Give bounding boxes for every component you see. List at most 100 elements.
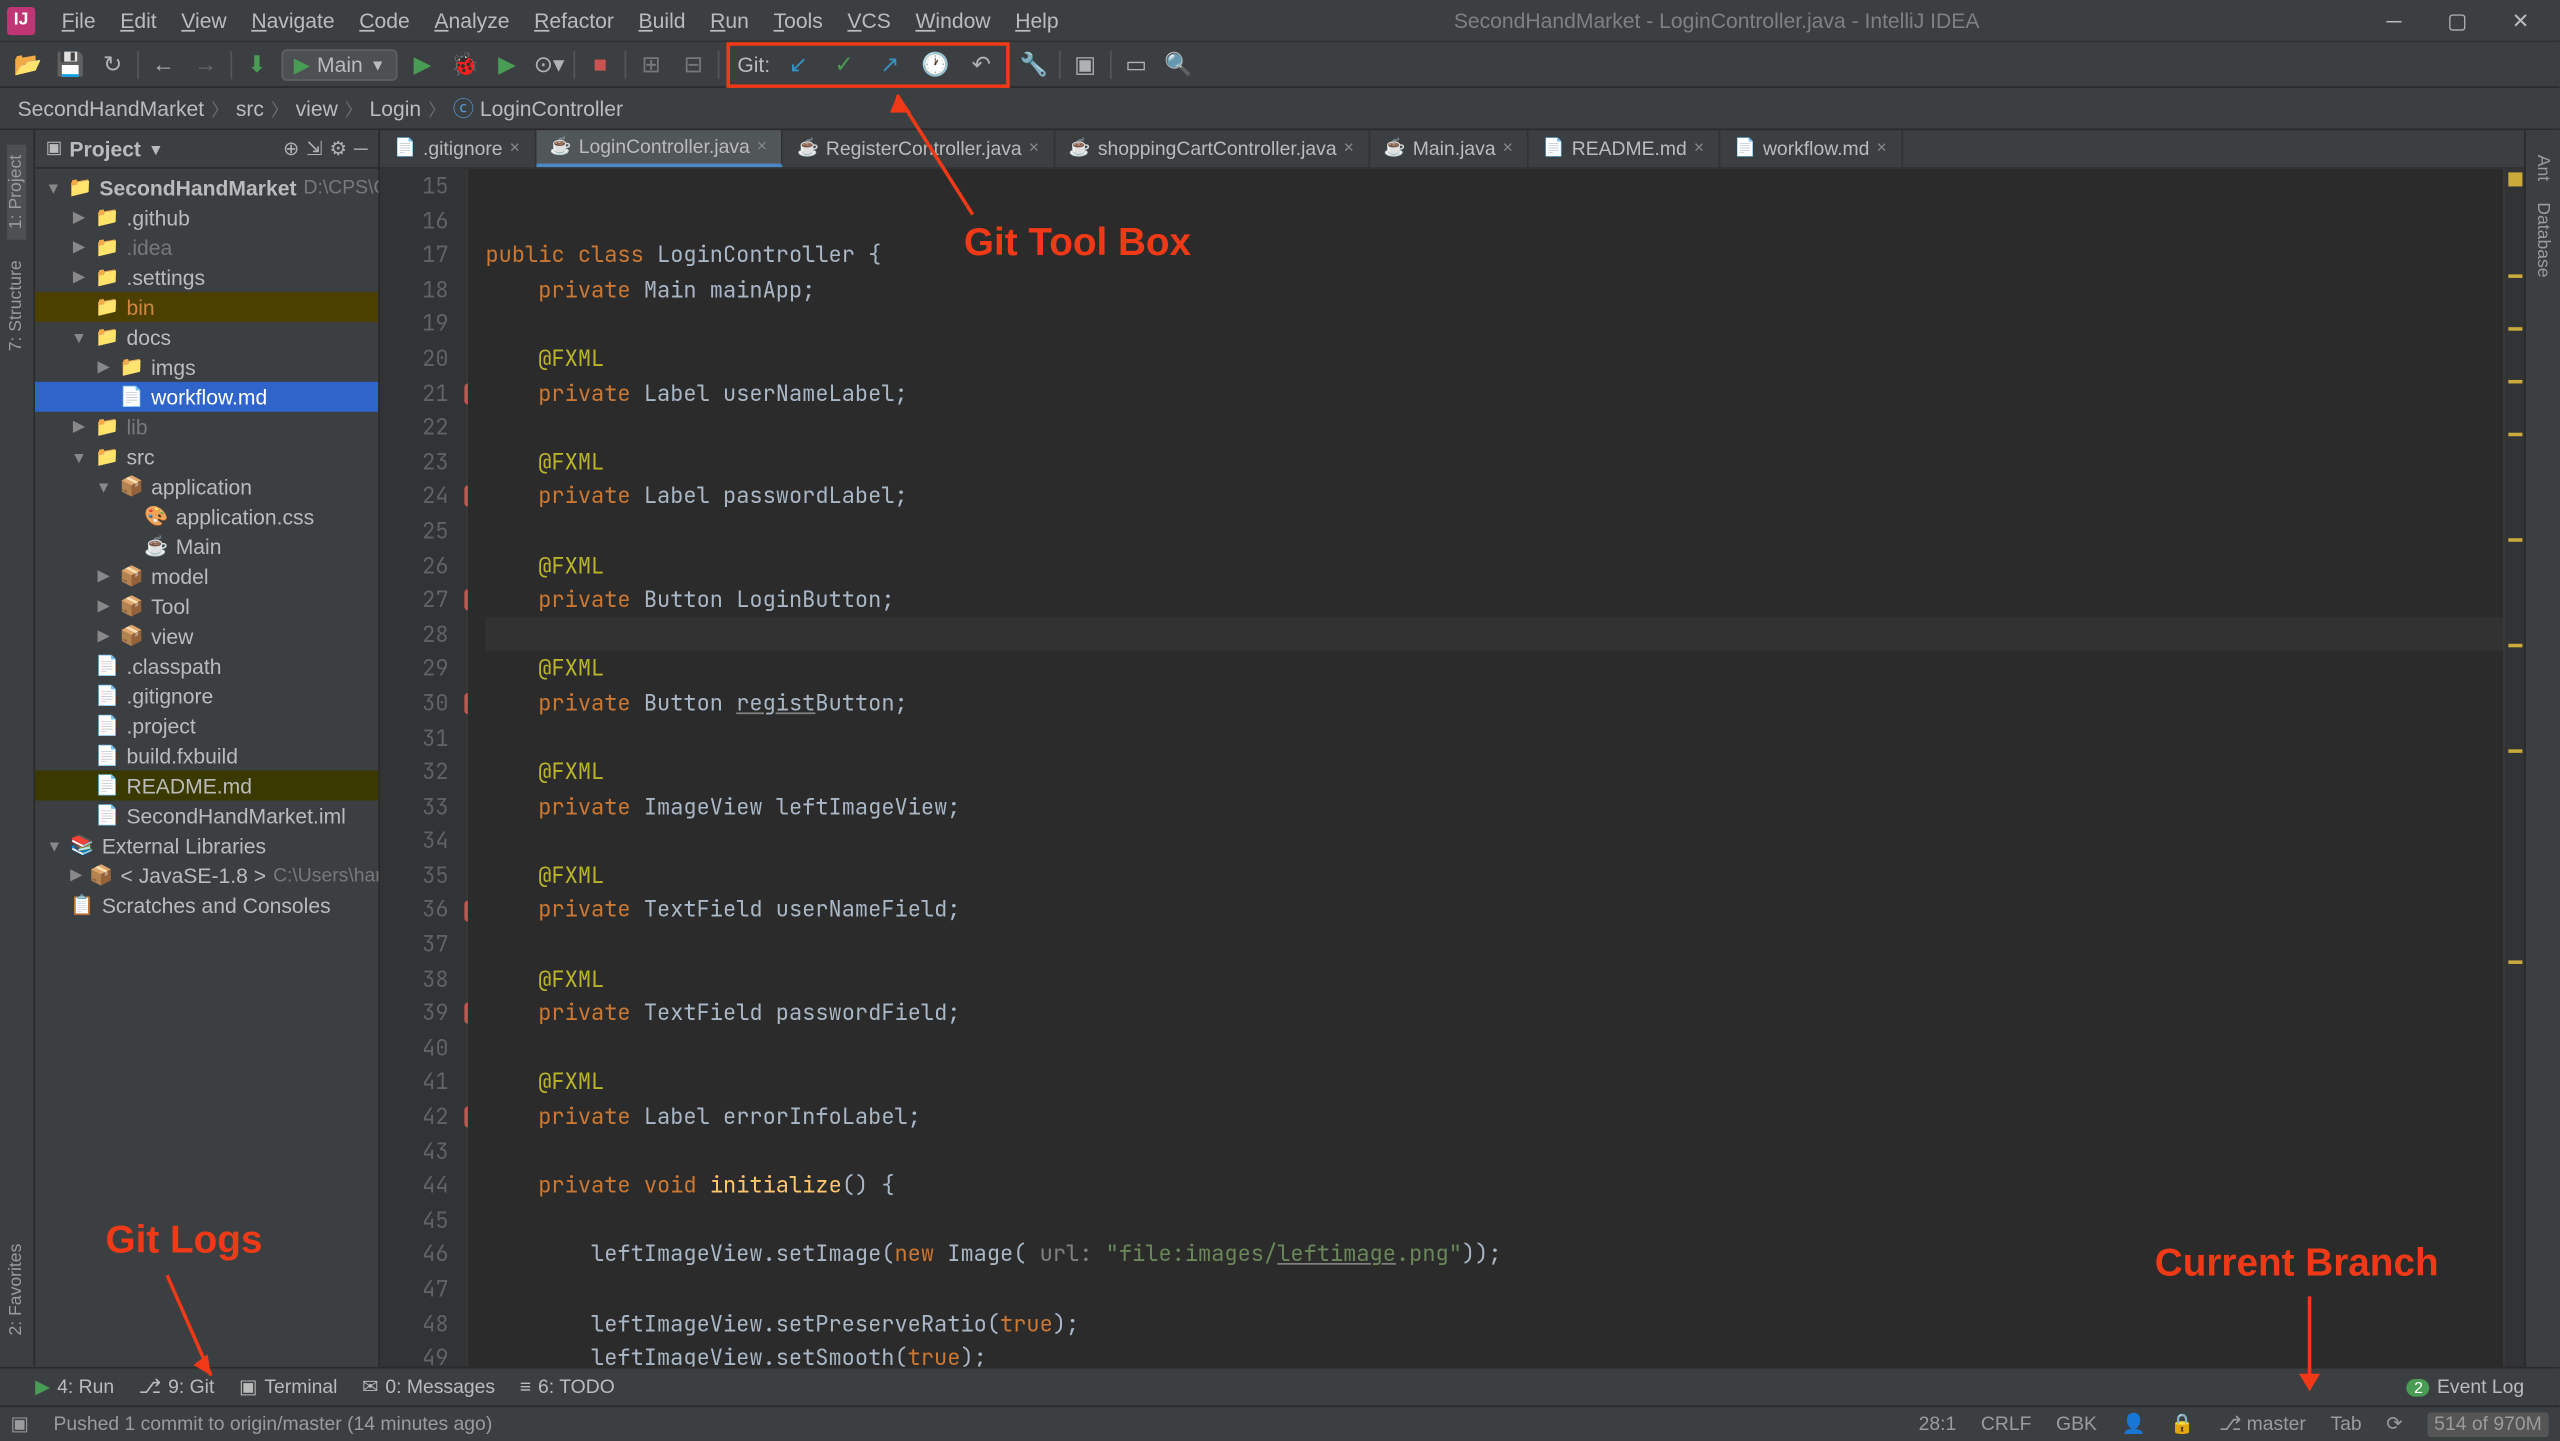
run-icon[interactable]: ▶ [405,47,440,82]
tree-item[interactable]: 📄.classpath [35,651,378,681]
git-update-icon[interactable]: ↙ [781,47,816,82]
minimize-button[interactable]: ─ [2362,0,2425,41]
menu-code[interactable]: Code [347,3,422,38]
breadcrumb-item[interactable]: ⓒ LoginController [453,93,623,123]
close-tab-icon[interactable]: × [1344,139,1354,158]
menu-run[interactable]: Run [698,3,761,38]
presentation-icon[interactable]: ▭ [1118,47,1153,82]
tree-item[interactable]: ▶📁.github [35,202,378,232]
tree-item[interactable]: ▶📦Tool [35,591,378,621]
editor-tab[interactable]: 📄.gitignore× [380,130,536,167]
editor-tab[interactable]: ☕RegisterController.java× [783,130,1055,167]
tool-tab-terminal[interactable]: ▣Terminal [239,1376,337,1399]
refresh-icon[interactable]: ↻ [95,47,130,82]
editor-tab[interactable]: ☕Main.java× [1370,130,1529,167]
close-tab-icon[interactable]: × [1503,139,1513,158]
structure-icon[interactable]: ▣ [1067,47,1102,82]
error-stripe[interactable] [2503,169,2524,1367]
tool-tab-run[interactable]: ▶4: Run [35,1376,114,1399]
tree-item[interactable]: 🎨application.css [35,501,378,531]
menu-analyze[interactable]: Analyze [422,3,522,38]
maximize-button[interactable]: ▢ [2426,0,2489,41]
tree-item[interactable]: 📄README.md [35,770,378,800]
forward-icon[interactable]: → [188,47,223,82]
tool-tab-database[interactable]: Database [2533,192,2552,288]
menu-tools[interactable]: Tools [761,3,835,38]
run-config-selector[interactable]: ▶ Main ▼ [281,48,397,80]
tool-tab-favorites[interactable]: 2: Favorites [7,1233,26,1346]
back-icon[interactable]: ← [146,47,181,82]
menu-navigate[interactable]: Navigate [239,3,347,38]
tree-item[interactable]: ▶📦model [35,561,378,591]
breadcrumb-item[interactable]: src [236,96,264,121]
menu-file[interactable]: File [49,3,108,38]
close-tab-icon[interactable]: × [757,137,767,156]
close-tab-icon[interactable]: × [1029,139,1039,158]
coverage-icon[interactable]: ▶ [489,47,524,82]
collapse-icon[interactable]: ⇲ [306,137,322,160]
debug-icon[interactable]: 🐞 [447,47,482,82]
profile-icon[interactable]: ⊙▾ [532,47,567,82]
tree-item[interactable]: ▶📁imgs [35,352,378,382]
breadcrumb-item[interactable]: Login [370,96,422,121]
close-tab-icon[interactable]: × [510,139,520,158]
line-separator[interactable]: CRLF [1981,1413,2032,1434]
git-rollback-icon[interactable]: ↶ [964,47,999,82]
tree-item[interactable]: 📄.gitignore [35,681,378,711]
git-branch-status[interactable]: ⎇ master [2219,1412,2306,1435]
tree-item[interactable]: ▼📁docs [35,322,378,352]
tree-item[interactable]: 📁bin [35,292,378,322]
tree-item[interactable]: ▼📦application [35,471,378,501]
file-encoding[interactable]: GBK [2056,1413,2097,1434]
layout-icon[interactable]: ⊞ [634,47,669,82]
git-commit-icon[interactable]: ✓ [826,47,861,82]
tree-item[interactable]: ▶📁.settings [35,262,378,292]
tree-item[interactable]: ▼📁SecondHandMarket D:\CPS\Cou [35,172,378,202]
project-tree[interactable]: ▼📁SecondHandMarket D:\CPS\Cou▶📁.github▶📁… [35,169,378,1367]
menu-build[interactable]: Build [626,3,698,38]
tree-item[interactable]: ▶📦< JavaSE-1.8 > C:\Users\hang2 [35,860,378,890]
indent-status[interactable]: Tab [2330,1413,2361,1434]
tool-tab-eventlog[interactable]: 2 Event Log [2407,1376,2524,1397]
tree-item[interactable]: 📄.project [35,711,378,741]
tool-tab-git[interactable]: ⎇9: Git [139,1376,215,1399]
cursor-position[interactable]: 28:1 [1919,1413,1957,1434]
close-button[interactable]: ✕ [2489,0,2552,41]
stop-icon[interactable]: ■ [583,47,618,82]
menu-refactor[interactable]: Refactor [522,3,626,38]
menu-help[interactable]: Help [1003,3,1071,38]
tool-tab-structure[interactable]: 7: Structure [7,250,26,362]
editor-tab[interactable]: ☕shoppingCartController.java× [1055,130,1370,167]
close-tab-icon[interactable]: × [1694,139,1704,158]
tool-tab-todo[interactable]: ≡6: TODO [520,1376,615,1397]
tool-tab-project[interactable]: 1: Project [7,144,26,239]
tool-tab-messages[interactable]: ✉0: Messages [362,1376,495,1399]
sync-icon[interactable]: ⟳ [2386,1412,2402,1435]
hide-icon[interactable]: ─ [354,138,368,159]
layout2-icon[interactable]: ⊟ [676,47,711,82]
settings-icon[interactable]: 🔧 [1016,47,1051,82]
git-push-icon[interactable]: ↗ [872,47,907,82]
save-icon[interactable]: 💾 [53,47,88,82]
memory-indicator[interactable]: 514 of 970M [2427,1412,2549,1437]
tree-item[interactable]: 📋Scratches and Consoles [35,890,378,920]
tool-tab-ant[interactable]: Ant [2533,144,2552,192]
inspect-icon[interactable]: 👤 [2122,1412,2146,1435]
tree-item[interactable]: ▶📁.idea [35,232,378,262]
tree-item[interactable]: 📄SecondHandMarket.iml [35,800,378,830]
close-tab-icon[interactable]: × [1876,139,1886,158]
open-icon[interactable]: 📂 [11,47,46,82]
settings-gear-icon[interactable]: ⚙ [330,137,347,160]
menu-edit[interactable]: Edit [108,3,169,38]
menu-window[interactable]: Window [903,3,1003,38]
search-icon[interactable]: 🔍 [1161,47,1196,82]
editor-tab[interactable]: 📄workflow.md× [1720,130,1903,167]
breadcrumb-item[interactable]: SecondHandMarket [18,96,205,121]
tree-item[interactable]: ▼📁src [35,442,378,472]
locate-icon[interactable]: ⊕ [283,137,299,160]
tree-item[interactable]: ▶📦view [35,621,378,651]
tree-item[interactable]: 📄workflow.md [35,382,378,412]
tree-item[interactable]: ▶📁lib [35,412,378,442]
git-history-icon[interactable]: 🕐 [918,47,953,82]
menu-view[interactable]: View [169,3,239,38]
